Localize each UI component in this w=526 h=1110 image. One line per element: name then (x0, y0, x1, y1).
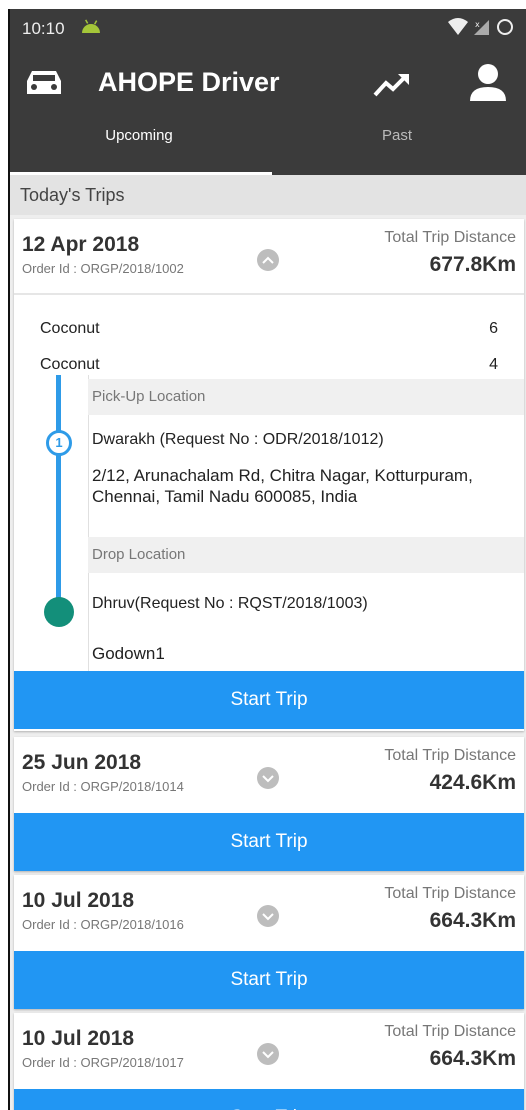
tab-upcoming[interactable]: Upcoming (10, 115, 268, 175)
drop-label-band: Drop Location (88, 537, 524, 573)
list-item: Coconut 6 (14, 309, 524, 349)
app-bar: AHOPE Driver (10, 49, 526, 115)
distance-label: Total Trip Distance (384, 747, 516, 764)
user-profile-icon[interactable] (468, 63, 508, 108)
pickup-name: Dwarakh (Request No : ODR/2018/1012) (92, 431, 384, 448)
pickup-step-marker: 1 (46, 430, 72, 456)
trip-card-header[interactable]: 12 Apr 2018 Order Id : ORGP/2018/1002 To… (14, 219, 524, 289)
status-icons: x (448, 18, 514, 41)
start-trip-button[interactable]: Start Trip (14, 951, 524, 1009)
distance-label: Total Trip Distance (384, 1023, 516, 1040)
car-icon (24, 67, 64, 102)
wifi-icon (448, 18, 468, 41)
chevron-down-icon[interactable] (257, 905, 279, 927)
drop-marker (44, 597, 74, 627)
trip-card-header[interactable]: 25 Jun 2018 Order Id : ORGP/2018/1014 To… (14, 737, 524, 807)
trip-card-header[interactable]: 10 Jul 2018 Order Id : ORGP/2018/1016 To… (14, 875, 524, 945)
trip-card: 12 Apr 2018 Order Id : ORGP/2018/1002 To… (14, 219, 524, 731)
trip-date: 25 Jun 2018 (22, 751, 142, 774)
svg-text:x: x (475, 20, 480, 29)
status-bar: 10:10 x (10, 9, 526, 49)
route-timeline (56, 375, 61, 625)
order-id: Order Id : ORGP/2018/1014 (22, 779, 184, 794)
app-title: AHOPE Driver (98, 67, 280, 97)
item-name: Coconut (40, 320, 100, 337)
order-id: Order Id : ORGP/2018/1002 (22, 261, 184, 276)
battery-icon (496, 18, 514, 41)
trip-date: 10 Jul 2018 (22, 889, 135, 912)
start-trip-button[interactable]: Start Trip (14, 813, 524, 871)
route-divider (88, 375, 89, 671)
app-screen: 10:10 x AHOPE Driver Upcoming Past Today… (8, 9, 526, 1110)
signal-icon: x (474, 18, 490, 41)
trip-distance: 664.3Km (429, 909, 516, 932)
pickup-address: 2/12, Arunachalam Rd, Chitra Nagar, Kott… (92, 466, 473, 506)
chevron-up-icon[interactable] (257, 249, 279, 271)
chevron-down-icon[interactable] (257, 767, 279, 789)
section-title: Today's Trips (20, 185, 125, 205)
trip-distance: 664.3Km (429, 1047, 516, 1070)
drop-address: Godown1 (92, 644, 165, 663)
trip-card-header[interactable]: 10 Jul 2018 Order Id : ORGP/2018/1017 To… (14, 1013, 524, 1083)
section-header: Today's Trips (10, 175, 526, 215)
trip-tabs: Upcoming Past (10, 115, 526, 175)
trip-distance: 677.8Km (429, 253, 516, 276)
trip-card: 25 Jun 2018 Order Id : ORGP/2018/1014 To… (14, 737, 524, 871)
drop-name: Dhruv(Request No : RQST/2018/1003) (92, 595, 368, 612)
start-trip-button[interactable]: Start Trip (14, 1089, 524, 1110)
item-quantity: 6 (489, 320, 498, 337)
trip-card: 10 Jul 2018 Order Id : ORGP/2018/1016 To… (14, 875, 524, 1009)
trip-date: 10 Jul 2018 (22, 1027, 135, 1050)
trip-card: 10 Jul 2018 Order Id : ORGP/2018/1017 To… (14, 1013, 524, 1110)
screenshot-frame: 10:10 x AHOPE Driver Upcoming Past Today… (0, 0, 526, 1110)
status-time: 10:10 (22, 19, 65, 38)
pickup-label: Pick-Up Location (92, 388, 206, 405)
pickup-label-band: Pick-Up Location (88, 379, 524, 415)
distance-label: Total Trip Distance (384, 885, 516, 902)
trip-distance: 424.6Km (429, 771, 516, 794)
header-divider (14, 293, 524, 295)
distance-label: Total Trip Distance (384, 229, 516, 246)
item-quantity: 4 (489, 356, 498, 373)
android-icon (80, 18, 102, 39)
chevron-down-icon[interactable] (257, 1043, 279, 1065)
trip-date: 12 Apr 2018 (22, 233, 140, 256)
trending-up-icon[interactable] (372, 69, 412, 104)
drop-label: Drop Location (92, 546, 186, 563)
order-id: Order Id : ORGP/2018/1017 (22, 1055, 184, 1070)
route-details: 1 Pick-Up Location Dwarakh (Request No :… (14, 375, 524, 671)
start-trip-button[interactable]: Start Trip (14, 671, 524, 729)
item-name: Coconut (40, 356, 100, 373)
order-id: Order Id : ORGP/2018/1016 (22, 917, 184, 932)
tab-past[interactable]: Past (268, 115, 526, 175)
